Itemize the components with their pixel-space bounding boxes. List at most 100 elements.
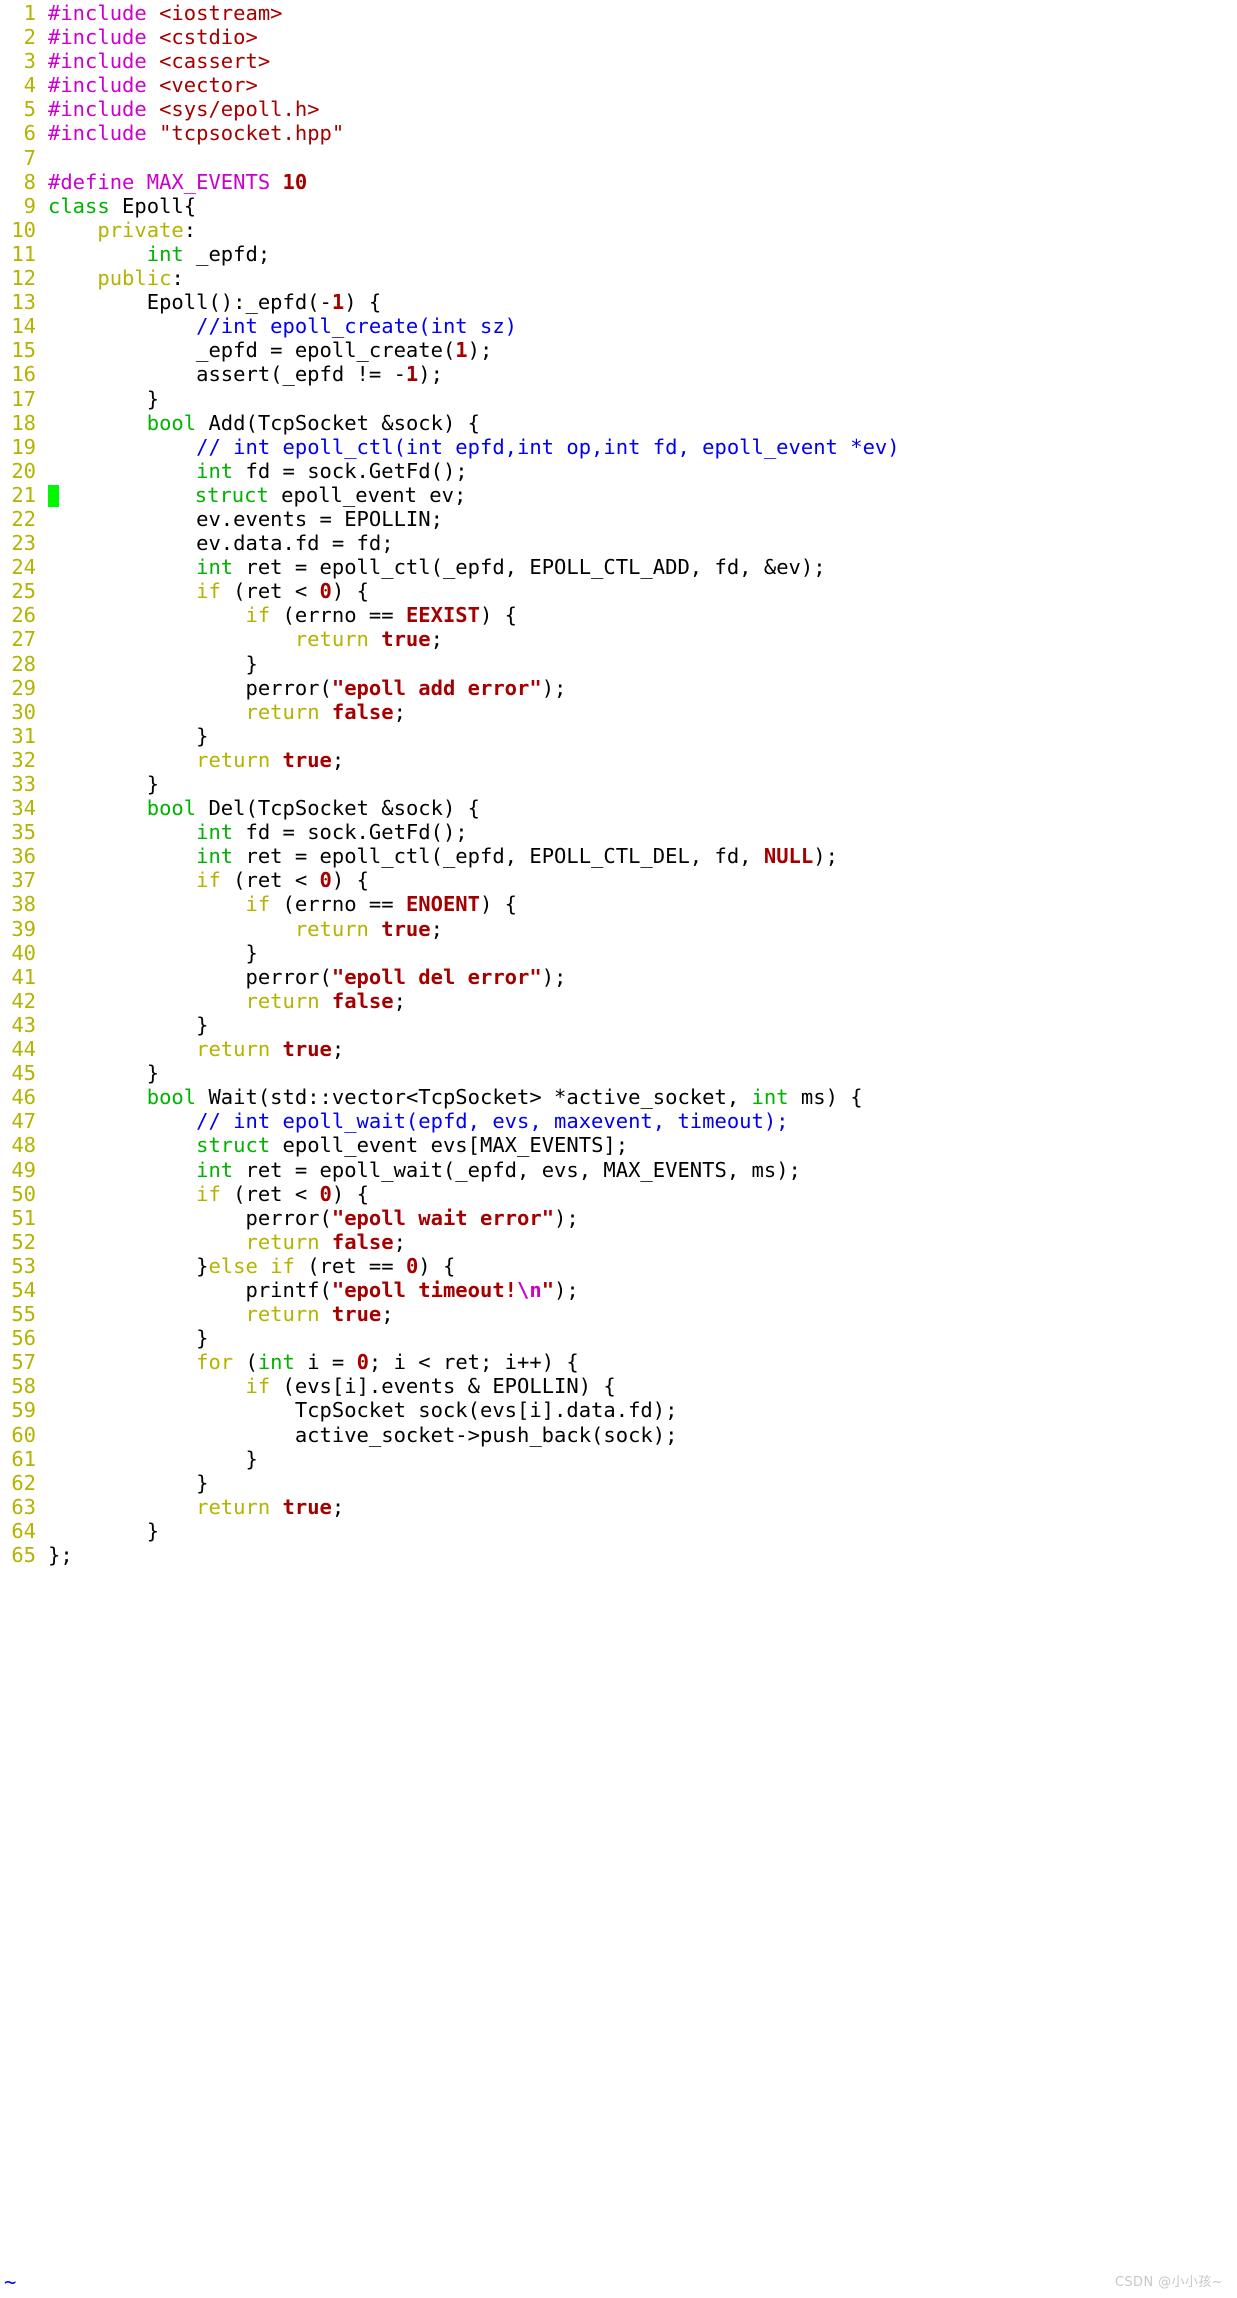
code-line[interactable]: 36 int ret = epoll_ctl(_epfd, EPOLL_CTL_… <box>0 844 1237 868</box>
code-line[interactable]: 15 _epfd = epoll_create(1); <box>0 338 1237 362</box>
code-token-const: true <box>282 747 332 772</box>
code-line[interactable]: 21 struct epoll_event ev; <box>0 483 1237 507</box>
code-line[interactable]: 47 // int epoll_wait(epfd, evs, maxevent… <box>0 1109 1237 1133</box>
code-line[interactable]: 32 return true; <box>0 748 1237 772</box>
code-line[interactable]: 56 } <box>0 1326 1237 1350</box>
code-line[interactable]: 39 return true; <box>0 917 1237 941</box>
code-line[interactable]: 34 bool Del(TcpSocket &sock) { <box>0 796 1237 820</box>
code-line[interactable]: 40 } <box>0 941 1237 965</box>
code-line[interactable]: 63 return true; <box>0 1495 1237 1519</box>
code-token-plain: }; <box>48 1543 73 1567</box>
line-number: 19 <box>11 434 36 459</box>
code-line[interactable]: 8 #define MAX_EVENTS 10 <box>0 170 1237 194</box>
code-line[interactable]: 33 } <box>0 772 1237 796</box>
code-line[interactable]: 53 }else if (ret == 0) { <box>0 1254 1237 1278</box>
code-line[interactable]: 42 return false; <box>0 989 1237 1013</box>
code-line[interactable]: 12 public: <box>0 266 1237 290</box>
code-line[interactable]: 7 <box>0 146 1237 170</box>
code-line[interactable]: 41 perror("epoll del error"); <box>0 965 1237 989</box>
code-line[interactable]: 11 int _epfd; <box>0 242 1237 266</box>
line-number: 26 <box>11 603 36 628</box>
code-line[interactable]: 60 active_socket->push_back(sock); <box>0 1423 1237 1447</box>
code-line[interactable]: 35 int fd = sock.GetFd(); <box>0 820 1237 844</box>
code-token-kw: if <box>270 1253 295 1278</box>
code-token-plain: } <box>48 1012 209 1037</box>
code-line-source: return false; <box>48 1229 406 1254</box>
code-line[interactable]: 20 int fd = sock.GetFd(); <box>0 459 1237 483</box>
code-line[interactable]: 52 return false; <box>0 1230 1237 1254</box>
code-line[interactable]: 29 perror("epoll add error"); <box>0 676 1237 700</box>
code-line[interactable]: 37 if (ret < 0) { <box>0 868 1237 892</box>
code-line[interactable]: 57 for (int i = 0; i < ret; i++) { <box>0 1350 1237 1374</box>
code-line[interactable]: 26 if (errno == EEXIST) { <box>0 603 1237 627</box>
line-number: 45 <box>11 1061 36 1086</box>
code-line[interactable]: 9 class Epoll{ <box>0 194 1237 218</box>
code-line[interactable]: 19 // int epoll_ctl(int epfd,int op,int … <box>0 435 1237 459</box>
code-line[interactable]: 3 #include <cassert> <box>0 49 1237 73</box>
line-number: 44 <box>11 1037 36 1062</box>
code-token-plain: ); <box>554 1277 579 1302</box>
code-line[interactable]: 28 } <box>0 652 1237 676</box>
code-line[interactable]: 59 TcpSocket sock(evs[i].data.fd); <box>0 1398 1237 1422</box>
code-line[interactable]: 65}; <box>0 1543 1237 1567</box>
code-line[interactable]: 49 int ret = epoll_wait(_epfd, evs, MAX_… <box>0 1158 1237 1182</box>
code-line[interactable]: 45 } <box>0 1061 1237 1085</box>
line-number: 57 <box>11 1350 36 1375</box>
code-line-source: _epfd = epoll_create(1); <box>48 338 492 362</box>
code-line[interactable]: 1 #include <iostream> <box>0 1 1237 25</box>
code-line[interactable]: 61 } <box>0 1447 1237 1471</box>
code-line[interactable]: 4 #include <vector> <box>0 73 1237 97</box>
line-number: 1 <box>23 1 36 25</box>
code-line[interactable]: 62 } <box>0 1471 1237 1495</box>
code-line[interactable]: 25 if (ret < 0) { <box>0 579 1237 603</box>
code-line[interactable]: 46 bool Wait(std::vector<TcpSocket> *act… <box>0 1085 1237 1109</box>
code-line[interactable]: 31 } <box>0 724 1237 748</box>
code-token-kw: private <box>97 217 184 242</box>
code-line[interactable]: 64 } <box>0 1519 1237 1543</box>
code-line[interactable]: 22 ev.events = EPOLLIN; <box>0 507 1237 531</box>
code-token-comment: //int epoll_create(int sz) <box>196 314 518 339</box>
code-line[interactable]: 44 return true; <box>0 1037 1237 1061</box>
code-line[interactable]: 13 Epoll():_epfd(-1) { <box>0 290 1237 314</box>
code-line[interactable]: 6 #include "tcpsocket.hpp" <box>0 121 1237 145</box>
code-token-comment: // int epoll_ctl(int epfd,int op,int fd,… <box>196 434 900 459</box>
code-line-source: } <box>48 1326 208 1350</box>
code-token-type: bool <box>146 1085 197 1110</box>
code-token-plain: ret = epoll_ctl(_epfd, EPOLL_CTL_ADD, fd… <box>233 555 826 580</box>
code-token-plain: ) { <box>344 290 382 315</box>
line-number: 58 <box>11 1374 36 1399</box>
code-token-plain: ; <box>393 1229 406 1254</box>
code-line[interactable]: 10 private: <box>0 218 1237 242</box>
code-line[interactable]: 27 return true; <box>0 627 1237 651</box>
code-line[interactable]: 43 } <box>0 1013 1237 1037</box>
code-line[interactable]: 54 printf("epoll timeout!\n"); <box>0 1278 1237 1302</box>
code-token-num: 0 <box>319 1181 332 1206</box>
code-token-kw: for <box>196 1350 234 1375</box>
code-line[interactable]: 17 } <box>0 387 1237 411</box>
code-line[interactable]: 2 #include <cstdio> <box>0 25 1237 49</box>
code-line-source: } <box>48 941 257 965</box>
code-editor[interactable]: 1 #include <iostream> 2 #include <cstdio> 3 #… <box>0 0 1237 1567</box>
code-line[interactable]: 51 perror("epoll wait error"); <box>0 1206 1237 1230</box>
code-line[interactable]: 58 if (evs[i].events & EPOLLIN) { <box>0 1374 1237 1398</box>
code-token-num: 0 <box>405 1253 419 1278</box>
code-token-num: 1 <box>331 290 345 315</box>
code-line[interactable]: 18 bool Add(TcpSocket &sock) { <box>0 411 1237 435</box>
code-line[interactable]: 50 if (ret < 0) { <box>0 1182 1237 1206</box>
code-line[interactable]: 55 return true; <box>0 1302 1237 1326</box>
code-line[interactable]: 16 assert(_epfd != -1); <box>0 362 1237 386</box>
code-line[interactable]: 5 #include <sys/epoll.h> <box>0 97 1237 121</box>
code-token-const: true <box>381 916 431 941</box>
code-line[interactable]: 48 struct epoll_event evs[MAX_EVENTS]; <box>0 1133 1237 1157</box>
code-line[interactable]: 14 //int epoll_create(int sz) <box>0 314 1237 338</box>
code-line[interactable]: 23 ev.data.fd = fd; <box>0 531 1237 555</box>
line-number: 50 <box>11 1181 36 1206</box>
code-line[interactable]: 30 return false; <box>0 700 1237 724</box>
code-token-plain: } <box>48 1253 209 1278</box>
code-line[interactable]: 24 int ret = epoll_ctl(_epfd, EPOLL_CTL_… <box>0 555 1237 579</box>
code-token-plain: fd = sock.GetFd(); <box>233 458 468 483</box>
code-line[interactable]: 38 if (errno == ENOENT) { <box>0 892 1237 916</box>
